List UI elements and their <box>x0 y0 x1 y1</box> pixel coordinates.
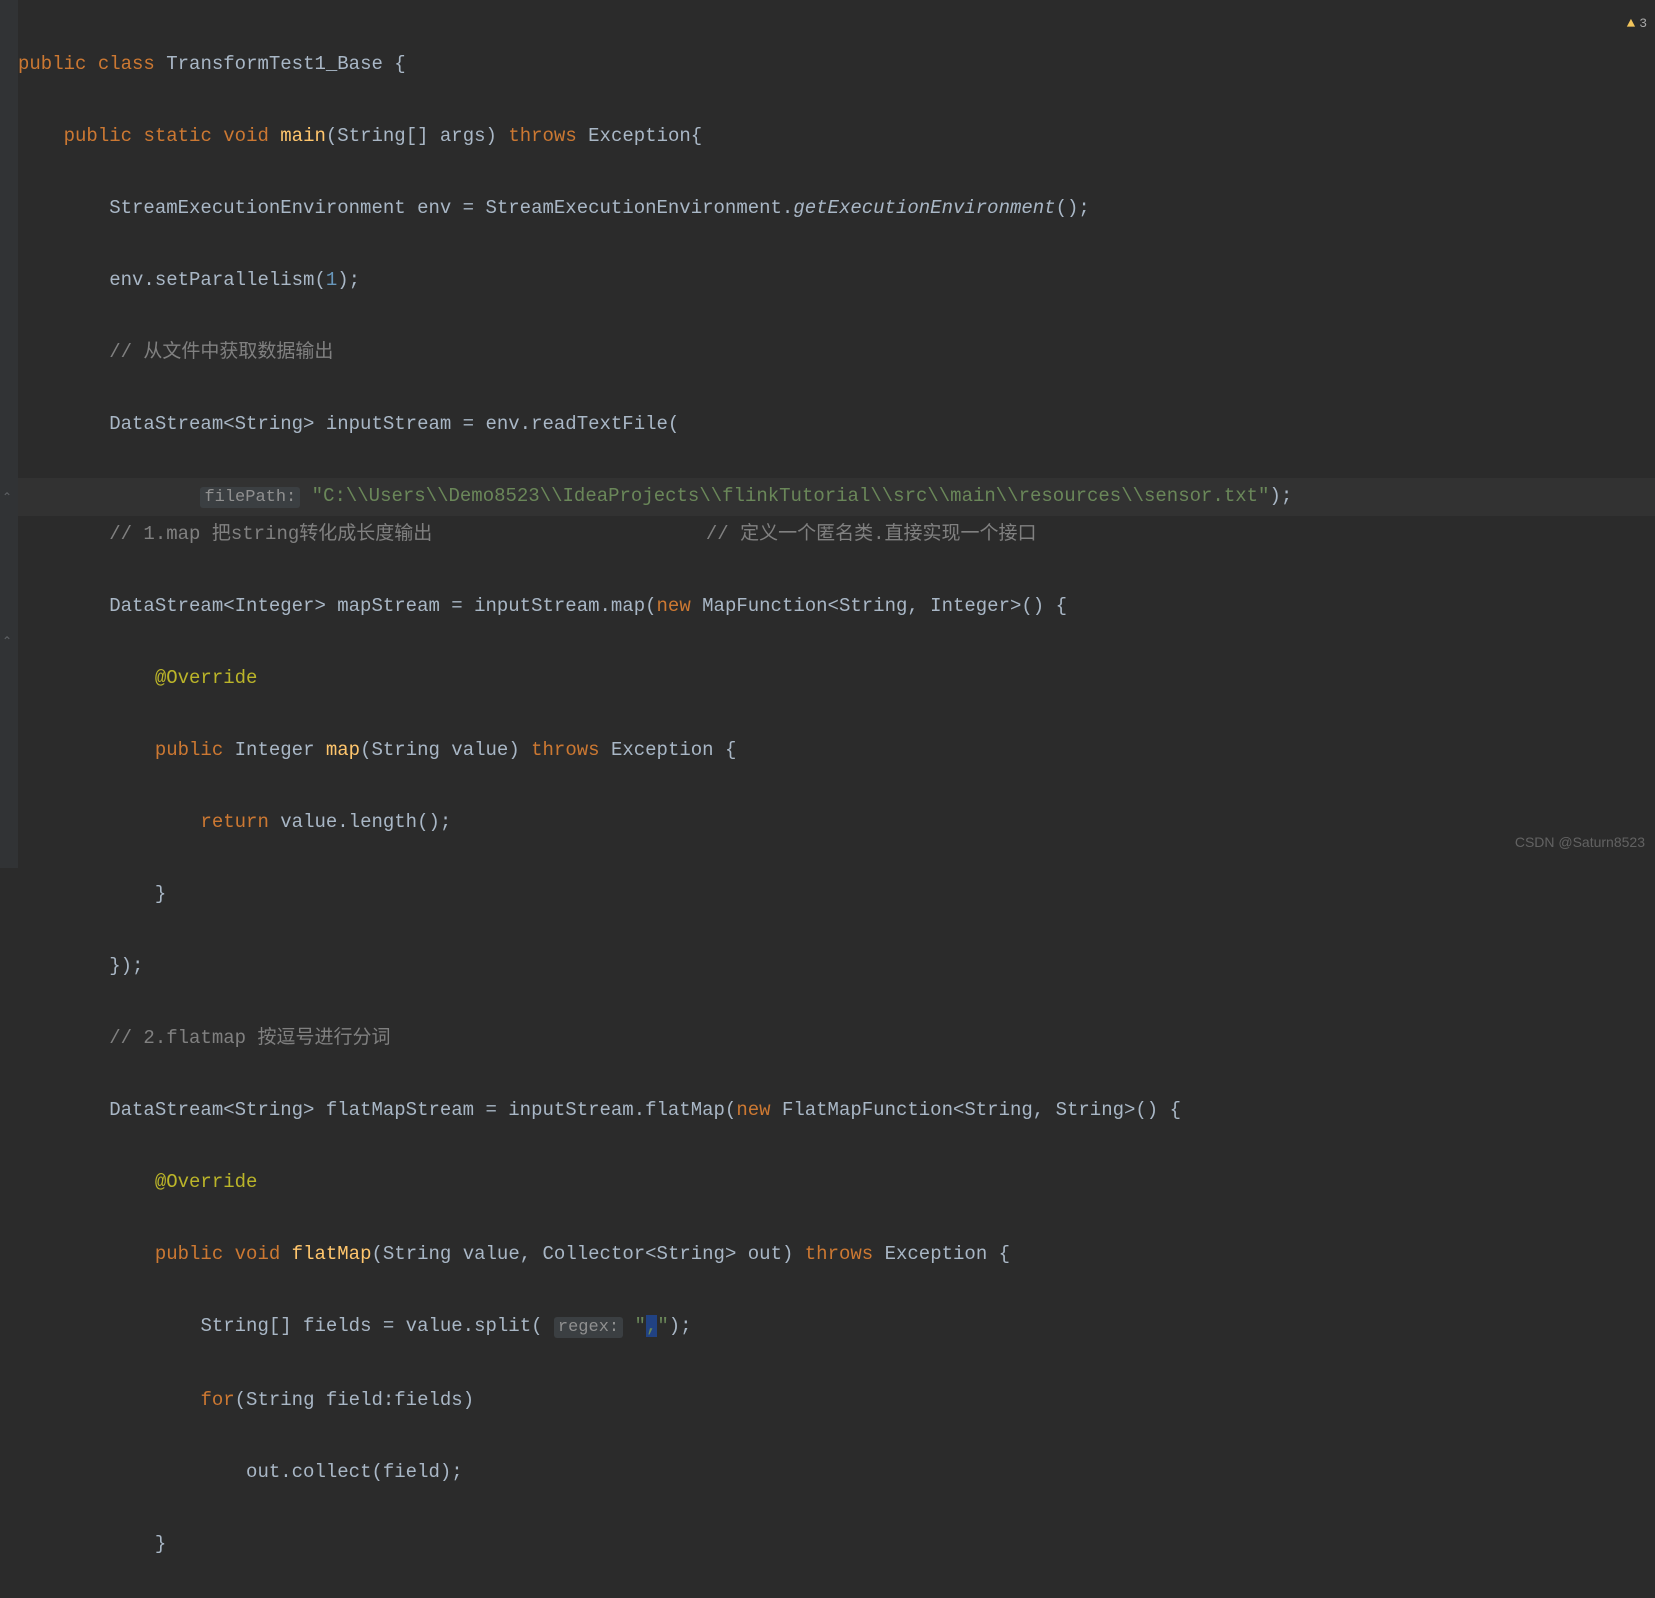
code-line: String[] fields = value.split( regex: ",… <box>18 1308 1655 1346</box>
code-line: DataStream<Integer> mapStream = inputStr… <box>18 588 1655 624</box>
param-hint: filePath: <box>200 487 300 508</box>
code-line: }); <box>18 948 1655 984</box>
code-line: @Override <box>18 1164 1655 1200</box>
warnings-indicator[interactable]: ▲ 3 <box>1627 6 1647 42</box>
watermark: CSDN @Saturn8523 <box>1515 824 1645 860</box>
editor-gutter: ⌃ ⌃ <box>0 0 18 868</box>
code-line: // 从文件中获取数据输出 <box>18 334 1655 370</box>
code-line: out.collect(field); <box>18 1454 1655 1490</box>
code-line: StreamExecutionEnvironment env = StreamE… <box>18 190 1655 226</box>
code-line: DataStream<String> flatMapStream = input… <box>18 1092 1655 1128</box>
code-line: env.setParallelism(1); <box>18 262 1655 298</box>
gutter-fold-icon[interactable]: ⌃ <box>2 480 12 516</box>
code-line: public Integer map(String value) throws … <box>18 732 1655 768</box>
code-line: DataStream<String> inputStream = env.rea… <box>18 406 1655 442</box>
gutter-fold-icon[interactable]: ⌃ <box>2 624 12 660</box>
code-line: // 1.map 把string转化成长度输出 // 定义一个匿名类.直接实现一… <box>18 516 1655 552</box>
code-line: @Override <box>18 660 1655 696</box>
code-line: // 2.flatmap 按逗号进行分词 <box>18 1020 1655 1056</box>
code-line: return value.length(); <box>18 804 1655 840</box>
code-line: filePath: "C:\\Users\\Demo8523\\IdeaProj… <box>18 478 1655 516</box>
code-line: for(String field:fields) <box>18 1382 1655 1418</box>
code-line: } <box>18 876 1655 912</box>
warning-icon: ▲ <box>1627 6 1635 42</box>
code-line: public class TransformTest1_Base { <box>18 46 1655 82</box>
code-line: public static void main(String[] args) t… <box>18 118 1655 154</box>
param-hint: regex: <box>554 1317 623 1338</box>
code-editor[interactable]: public class TransformTest1_Base { publi… <box>18 10 1655 1598</box>
code-line: } <box>18 1526 1655 1562</box>
code-line: public void flatMap(String value, Collec… <box>18 1236 1655 1272</box>
